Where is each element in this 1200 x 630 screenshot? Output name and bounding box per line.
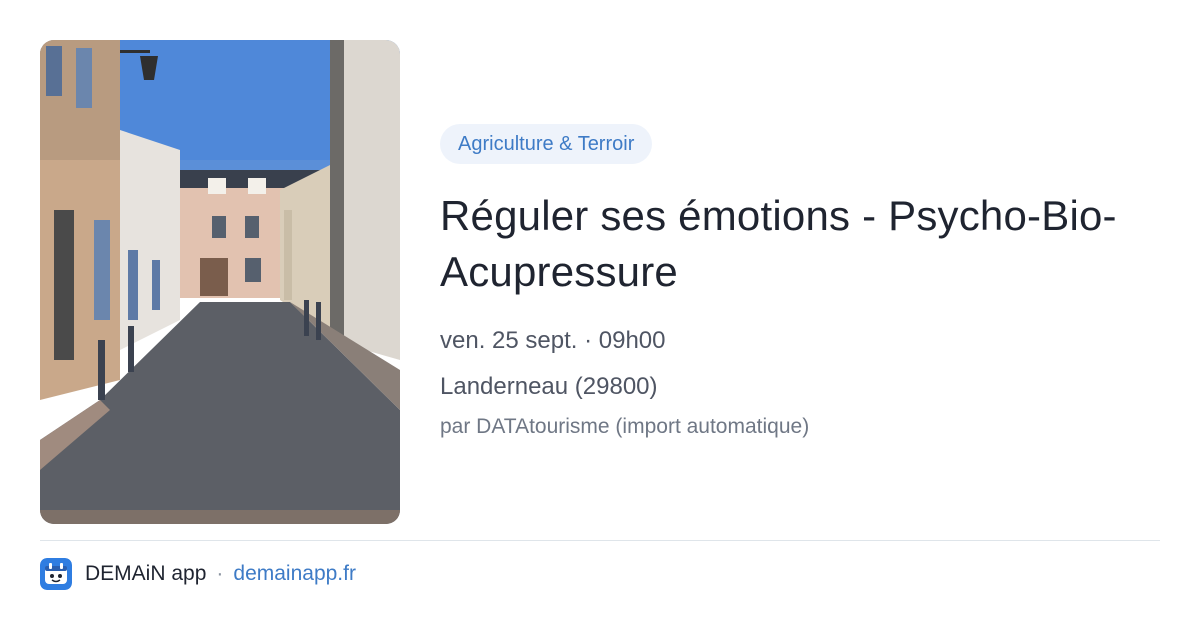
event-details: Agriculture & Terroir Réguler ses émotio… xyxy=(440,124,1160,440)
demain-app-logo-icon xyxy=(40,558,72,590)
site-link[interactable]: demainapp.fr xyxy=(233,562,356,586)
event-datetime: ven. 25 sept. · 09h00 xyxy=(440,327,666,354)
footer-separator: · xyxy=(216,562,224,585)
event-card[interactable]: Agriculture & Terroir Réguler ses émotio… xyxy=(0,0,1200,630)
footer: DEMAiN app · demainapp.fr xyxy=(40,558,356,590)
event-location: Landerneau (29800) xyxy=(440,373,658,400)
footer-divider xyxy=(40,540,1160,541)
event-source: par DATAtourisme (import automatique) xyxy=(440,415,810,438)
app-name: DEMAiN app xyxy=(85,562,207,585)
street-photo-illustration xyxy=(40,40,400,524)
event-photo xyxy=(40,40,400,524)
category-badge[interactable]: Agriculture & Terroir xyxy=(440,124,653,164)
event-title[interactable]: Réguler ses émotions - Psycho-Bio-Acupre… xyxy=(440,188,1140,300)
